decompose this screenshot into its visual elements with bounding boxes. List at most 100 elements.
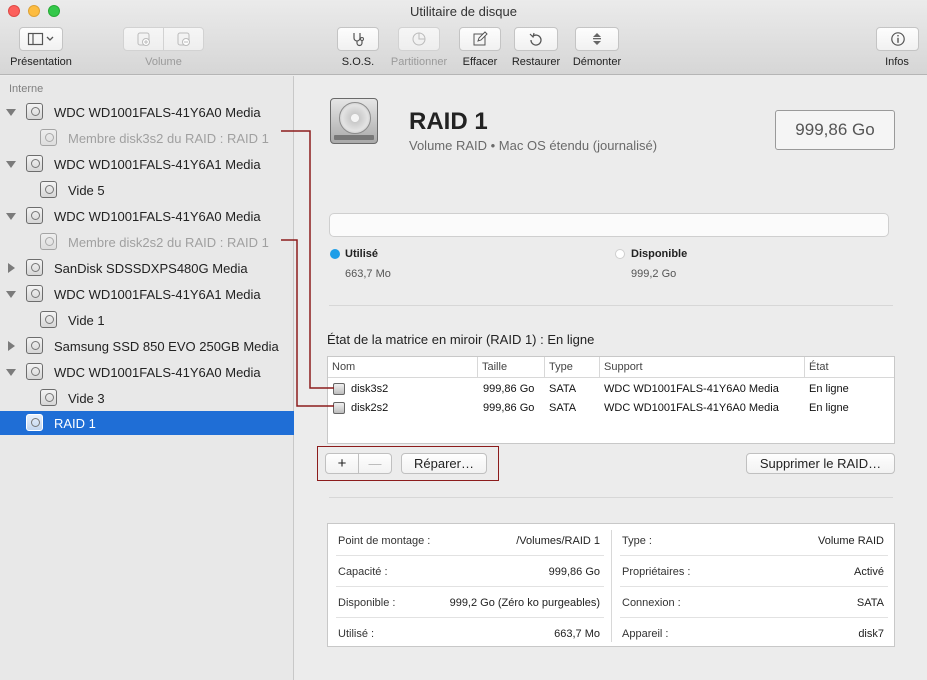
raid-icon	[26, 414, 43, 431]
hard-disk-icon	[26, 285, 43, 302]
volume-info-panel: Point de montage : /Volumes/RAID 1 Capac…	[327, 523, 895, 647]
sidebar-item-label: WDC WD1001FALS-41Y6A1 Media	[54, 286, 261, 302]
row-support: WDC WD1001FALS-41Y6A0 Media	[604, 383, 779, 395]
restore-button[interactable]	[514, 27, 558, 51]
sidebar-item-disk[interactable]: WDC WD1001FALS-41Y6A0 Media	[0, 99, 294, 125]
used-value: 663,7 Mo	[345, 268, 391, 280]
row-type: SATA	[549, 383, 577, 395]
erase-pencil-icon	[473, 31, 488, 46]
disclosure-open-icon[interactable]	[6, 291, 16, 298]
add-volume-icon	[137, 32, 150, 46]
sidebar-item-volume[interactable]: Vide 5	[0, 177, 294, 203]
sidebar-item-label: RAID 1	[54, 415, 96, 431]
sidebar-layout-icon	[27, 32, 54, 46]
sidebar-item-label: WDC WD1001FALS-41Y6A0 Media	[54, 208, 261, 224]
info-value: 999,2 Go (Zéro ko purgeables)	[449, 597, 600, 609]
info-label: Infos	[885, 56, 909, 68]
row-size: 999,86 Go	[483, 402, 535, 414]
remove-volume-button[interactable]	[163, 27, 204, 51]
column-header-state[interactable]: État	[805, 357, 896, 377]
used-color-icon	[330, 249, 340, 259]
sidebar: Interne WDC WD1001FALS-41Y6A0 Media Memb…	[0, 76, 294, 680]
info-value: SATA	[856, 597, 884, 609]
remove-member-button[interactable]: —	[358, 453, 392, 474]
info-value: 663,7 Mo	[554, 628, 600, 640]
presentation-label: Présentation	[10, 56, 72, 68]
row-state: En ligne	[809, 383, 849, 395]
first-aid-label: S.O.S.	[341, 56, 375, 68]
column-header-support[interactable]: Support	[600, 357, 805, 377]
column-header-name[interactable]: Nom	[328, 357, 478, 377]
info-value: Activé	[854, 566, 884, 578]
disclosure-open-icon[interactable]	[6, 161, 16, 168]
disclosure-closed-icon[interactable]	[8, 341, 15, 351]
info-key: Utilisé :	[338, 628, 375, 640]
sidebar-item-label: Membre disk2s2 du RAID : RAID 1	[68, 234, 269, 250]
first-aid-button[interactable]	[337, 27, 379, 51]
hard-disk-icon	[26, 103, 43, 120]
delete-raid-button[interactable]: Supprimer le RAID…	[746, 453, 895, 474]
sidebar-item-label: WDC WD1001FALS-41Y6A0 Media	[54, 364, 261, 380]
info-value: disk7	[858, 628, 884, 640]
info-button[interactable]	[876, 27, 919, 51]
hard-disk-icon	[26, 337, 43, 354]
add-volume-button[interactable]	[123, 27, 164, 51]
volume-label: Volume	[145, 56, 182, 68]
row-name: disk3s2	[351, 383, 389, 395]
volume-subtitle: Volume RAID • Mac OS étendu (journalisé)	[409, 138, 658, 153]
sidebar-item-volume[interactable]: Vide 3	[0, 385, 294, 411]
row-state: En ligne	[809, 402, 849, 414]
sidebar-item-disk[interactable]: WDC WD1001FALS-41Y6A1 Media	[0, 151, 294, 177]
disk-icon	[333, 383, 345, 395]
stethoscope-icon	[353, 33, 364, 47]
info-key: Point de montage :	[338, 535, 431, 547]
erase-button[interactable]	[459, 27, 501, 51]
window-title: Utilitaire de disque	[410, 4, 517, 19]
volume-icon	[40, 389, 57, 406]
disclosure-open-icon[interactable]	[6, 369, 16, 376]
info-value: /Volumes/RAID 1	[516, 535, 600, 547]
sidebar-item-raid-member[interactable]: Membre disk2s2 du RAID : RAID 1	[0, 229, 294, 255]
disclosure-open-icon[interactable]	[6, 109, 16, 116]
info-key: Disponible :	[338, 597, 396, 609]
volume-name: RAID 1	[409, 108, 488, 135]
free-label: Disponible	[631, 248, 688, 260]
sidebar-item-disk[interactable]: WDC WD1001FALS-41Y6A0 Media	[0, 359, 294, 385]
restore-label: Restaurer	[511, 56, 561, 68]
partition-button[interactable]	[398, 27, 440, 51]
raid-members-table[interactable]: Nom Taille Type Support État disk3s2 999…	[327, 356, 895, 444]
presentation-button[interactable]	[19, 27, 63, 51]
repair-button[interactable]: Réparer…	[401, 453, 487, 474]
sidebar-item-disk[interactable]: SanDisk SDSSDXPS480G Media	[0, 255, 294, 281]
hard-disk-icon	[26, 207, 43, 224]
unmount-button[interactable]	[575, 27, 619, 51]
disclosure-open-icon[interactable]	[6, 213, 16, 220]
column-header-size[interactable]: Taille	[478, 357, 545, 377]
sidebar-item-label: WDC WD1001FALS-41Y6A0 Media	[54, 104, 261, 120]
row-size: 999,86 Go	[483, 383, 535, 395]
sidebar-item-label: Vide 3	[68, 390, 105, 406]
sidebar-item-volume[interactable]: Vide 1	[0, 307, 294, 333]
volume-icon	[40, 233, 57, 250]
sidebar-item-raid-selected[interactable]: RAID 1	[0, 411, 294, 435]
unmount-label: Démonter	[572, 56, 622, 68]
partition-label: Partitionner	[390, 56, 448, 68]
sidebar-item-label: SanDisk SDSSDXPS480G Media	[54, 260, 248, 276]
sidebar-item-disk[interactable]: WDC WD1001FALS-41Y6A0 Media	[0, 203, 294, 229]
divider	[329, 305, 893, 306]
sidebar-item-raid-member[interactable]: Membre disk3s2 du RAID : RAID 1	[0, 125, 294, 151]
row-support: WDC WD1001FALS-41Y6A0 Media	[604, 402, 779, 414]
info-key: Appareil :	[622, 628, 669, 640]
sidebar-item-label: Vide 5	[68, 182, 105, 198]
sidebar-item-label: Samsung SSD 850 EVO 250GB Media	[54, 338, 279, 354]
usage-bar	[329, 213, 889, 237]
toolbar: Utilitaire de disque Présentation Volume…	[0, 0, 927, 75]
disclosure-closed-icon[interactable]	[8, 263, 15, 273]
sidebar-item-disk[interactable]: Samsung SSD 850 EVO 250GB Media	[0, 333, 294, 359]
sidebar-item-disk[interactable]: WDC WD1001FALS-41Y6A1 Media	[0, 281, 294, 307]
column-header-type[interactable]: Type	[545, 357, 600, 377]
volume-size-badge: 999,86 Go	[775, 110, 895, 150]
info-key: Type :	[622, 535, 652, 547]
add-member-button[interactable]: +	[325, 453, 359, 474]
info-value: Volume RAID	[817, 535, 884, 547]
